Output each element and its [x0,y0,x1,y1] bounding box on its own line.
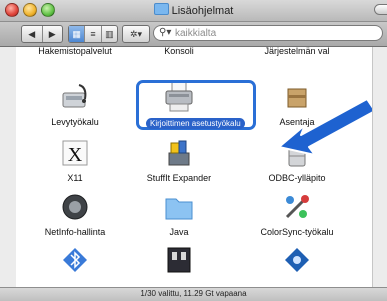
app-label: StuffIt Expander [146,173,212,183]
app-item[interactable] [238,244,356,287]
search-icon: ⚲▾ [159,27,172,38]
search-placeholder: kaikkialta [175,28,217,39]
app-label: Java [169,227,189,237]
vertical-scrollbar[interactable] [372,47,387,287]
app-item[interactable]: Levytyökalu [16,81,134,141]
toolbar: ◀ ▶ ▦ ≡ ▥ ✲▾ ⚲▾ kaikkialta [0,22,387,47]
search-field[interactable]: ⚲▾ kaikkialta [153,25,383,41]
bluetooth-icon [63,248,87,272]
window-title-text: Lisäohjelmat [171,5,234,17]
status-bar: 1/30 valittu, 11.29 Gt vapaana [0,287,387,301]
left-gutter [0,47,17,287]
svg-text:X: X [68,144,83,166]
forward-button[interactable]: ▶ [43,26,63,42]
app-item[interactable] [120,244,238,287]
back-forward-control: ◀ ▶ [21,25,63,43]
app-label: ColorSync-työkalu [260,227,334,237]
toolbar-toggle-button[interactable] [374,4,387,15]
folder-icon [153,3,169,15]
app-label: Järjestelmän val [264,47,330,56]
action-menu-button[interactable]: ✲▾ [122,25,150,43]
callout-arrow [278,98,372,156]
app-label: X11 [67,173,83,183]
window-title: Lisäohjelmat [0,3,387,17]
icon-view-button[interactable]: ▦ [69,26,86,42]
title-bar[interactable]: Lisäohjelmat [0,0,387,22]
disk-utility-icon [62,84,87,108]
java-folder-icon [165,198,193,220]
stuffit-icon [168,140,190,166]
app-label: Levytyökalu [51,117,99,127]
app-label: Hakemistopalvelut [38,47,112,56]
audio-midi-icon [167,247,191,273]
finder-window: Lisäohjelmat ◀ ▶ ▦ ≡ ▥ ✲▾ ⚲▾ kaikkialta … [0,0,387,301]
directory-access-icon [285,248,309,272]
netinfo-icon [62,194,88,220]
app-item[interactable]: NetInfo-hallinta [16,191,134,251]
colorsync-icon [285,195,309,219]
app-item[interactable]: Java [120,191,238,251]
selection-highlight: Kirjoittimen asetustyökalu [136,80,256,130]
app-item[interactable] [16,244,134,287]
back-button[interactable]: ◀ [22,26,43,42]
gear-icon: ✲▾ [129,28,143,39]
app-label: NetInfo-hallinta [44,227,106,237]
app-item[interactable]: X X11 [16,137,134,197]
column-view-button[interactable]: ▥ [102,26,117,42]
app-item[interactable]: ColorSync-työkalu [238,191,356,251]
list-view-button[interactable]: ≡ [85,26,102,42]
icon-grid: Hakemistopalvelut Konsoli Järjestelmän v… [16,47,372,287]
app-item[interactable]: StuffIt Expander [120,137,238,197]
status-text: 1/30 valittu, 11.29 Gt vapaana [140,289,247,298]
selected-app-label: Kirjoittimen asetustyökalu [146,118,245,129]
x11-icon: X [62,140,88,166]
app-label: Konsoli [164,47,194,56]
view-mode-control: ▦ ≡ ▥ [68,25,118,43]
